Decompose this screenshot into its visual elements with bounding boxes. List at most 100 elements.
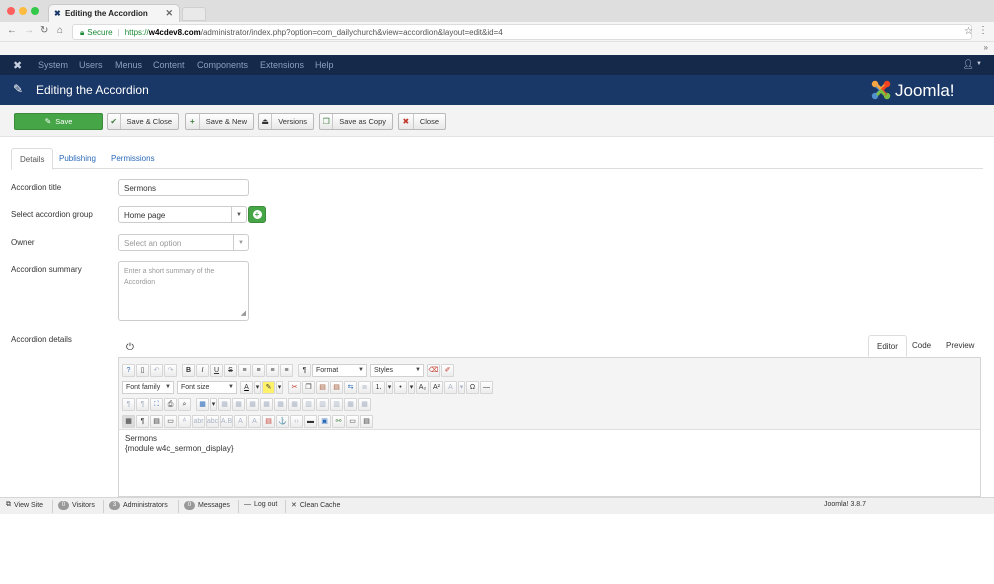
- toggle-editor-power-icon[interactable]: ⏻: [126, 342, 134, 353]
- table-props-icon[interactable]: ▦: [218, 397, 231, 411]
- resize-handle-icon[interactable]: ◢: [241, 308, 246, 319]
- page-break-icon[interactable]: ▭: [164, 414, 177, 428]
- align-left-icon[interactable]: ≡: [266, 363, 279, 377]
- underline-icon[interactable]: U: [210, 363, 223, 377]
- highlight-color-icon[interactable]: ✎: [262, 380, 275, 394]
- save-as-copy-button[interactable]: ❐ Save as Copy: [319, 113, 393, 130]
- close-window-button[interactable]: [7, 7, 15, 15]
- code-sample-icon[interactable]: ‹›: [290, 414, 303, 428]
- rtl-icon[interactable]: ¶: [136, 397, 149, 411]
- subscript-icon[interactable]: A₂: [416, 380, 429, 394]
- maximize-window-button[interactable]: [31, 7, 39, 15]
- bold-icon[interactable]: B: [182, 363, 195, 377]
- strikethrough-icon[interactable]: S: [224, 363, 237, 377]
- nav-item-users[interactable]: Users: [79, 60, 103, 70]
- view-site-link[interactable]: ⧉ View Site: [6, 501, 43, 509]
- messages-status[interactable]: 0 Messages: [184, 501, 230, 510]
- accordion-group-select[interactable]: Home page ▼: [118, 206, 247, 223]
- editor-content[interactable]: Sermons {module w4c_sermon_display}: [125, 434, 234, 454]
- nav-item-system[interactable]: System: [38, 60, 68, 70]
- delete-text-icon[interactable]: A: [248, 414, 261, 428]
- image-icon[interactable]: ▣: [318, 414, 331, 428]
- close-button[interactable]: ✖ Close: [398, 113, 446, 130]
- owner-select[interactable]: Select an option ▼: [118, 234, 249, 251]
- abbreviation-icon[interactable]: A.B: [220, 414, 233, 428]
- insert-col-before-icon[interactable]: ▥: [302, 397, 315, 411]
- bookmark-star-icon[interactable]: ☆: [964, 26, 973, 37]
- merge-cells-icon[interactable]: ▦: [358, 397, 371, 411]
- chevron-double-right-icon[interactable]: »: [984, 43, 988, 52]
- add-group-button[interactable]: +: [248, 206, 266, 223]
- anchor-icon[interactable]: ⚓: [276, 414, 289, 428]
- new-tab-button[interactable]: [182, 7, 206, 21]
- editor-tab-editor[interactable]: Editor: [868, 335, 907, 357]
- text-color-icon[interactable]: A: [240, 380, 253, 394]
- nav-item-menus[interactable]: Menus: [115, 60, 142, 70]
- caret-down-icon[interactable]: ▼: [976, 61, 982, 67]
- browser-tab[interactable]: ✖ Editing the Accordion ✕: [48, 4, 180, 22]
- save-new-button[interactable]: + Save & New: [185, 113, 254, 130]
- split-cells-icon[interactable]: ▦: [344, 397, 357, 411]
- help-icon[interactable]: ?: [122, 363, 135, 377]
- font-family-select[interactable]: Font family ▼: [122, 380, 174, 394]
- nonbreaking-space-icon[interactable]: ▬: [304, 414, 317, 428]
- save-close-button[interactable]: ✔ Save & Close: [107, 113, 179, 130]
- delete-col-icon[interactable]: ▥: [330, 397, 343, 411]
- row-props-icon[interactable]: ▦: [246, 397, 259, 411]
- save-button[interactable]: ✎ Save: [14, 113, 103, 130]
- tab-details[interactable]: Details: [11, 148, 54, 170]
- insert-text-icon[interactable]: A: [234, 414, 247, 428]
- clean-cache-link[interactable]: ✕ Clean Cache: [291, 501, 340, 510]
- nav-item-content[interactable]: Content: [153, 60, 185, 70]
- paste-text-icon[interactable]: ▤: [330, 380, 343, 394]
- caret-down-icon[interactable]: ▾: [210, 397, 217, 411]
- align-justify-icon[interactable]: ≡: [238, 363, 251, 377]
- back-arrow-icon[interactable]: ←: [7, 25, 17, 36]
- eraser-icon[interactable]: ⌫: [427, 363, 440, 377]
- accordion-title-input[interactable]: Sermons: [118, 179, 249, 196]
- accordion-summary-textarea[interactable]: Enter a short summary of the Accordion ◢: [118, 261, 249, 321]
- styles-select[interactable]: Styles ▼: [370, 363, 424, 377]
- administrators-status[interactable]: 3 Administrators: [109, 501, 168, 510]
- nav-item-help[interactable]: Help: [315, 60, 334, 70]
- visual-blocks-icon[interactable]: ▦: [122, 414, 135, 428]
- template-icon[interactable]: ▤: [150, 414, 163, 428]
- nav-item-extensions[interactable]: Extensions: [260, 60, 304, 70]
- insert-col-after-icon[interactable]: ▥: [316, 397, 329, 411]
- search-replace-icon[interactable]: ⇆: [344, 380, 357, 394]
- font-size-select[interactable]: Font size ▼: [177, 380, 237, 394]
- align-right-icon[interactable]: ≡: [280, 363, 293, 377]
- new-document-icon[interactable]: ▯: [136, 363, 149, 377]
- numbered-list-icon[interactable]: ⒈: [372, 380, 385, 394]
- insert-row-before-icon[interactable]: ▦: [260, 397, 273, 411]
- style-props-icon[interactable]: ᴬ: [178, 414, 191, 428]
- visitors-status[interactable]: 0 Visitors: [58, 501, 95, 510]
- cell-props-icon[interactable]: ▦: [232, 397, 245, 411]
- media-icon[interactable]: ▭: [346, 414, 359, 428]
- user-icon[interactable]: 👤︎: [963, 59, 974, 70]
- delete-row-icon[interactable]: ▦: [288, 397, 301, 411]
- forward-arrow-icon[interactable]: →: [24, 25, 34, 36]
- versions-button[interactable]: ⏏ Versions: [258, 113, 314, 130]
- redo-icon[interactable]: ↷: [164, 363, 177, 377]
- paste-icon[interactable]: ▤: [316, 380, 329, 394]
- attributes-icon[interactable]: ▤: [262, 414, 275, 428]
- special-character-icon[interactable]: Ω: [466, 380, 479, 394]
- bullet-list-icon[interactable]: •: [394, 380, 407, 394]
- show-blocks-icon[interactable]: ¶: [136, 414, 149, 428]
- home-icon[interactable]: ⌂: [57, 25, 63, 36]
- undo-icon[interactable]: ↶: [150, 363, 163, 377]
- address-bar[interactable]: 🔒︎ Secure | https://w4cdev8.com/administrat…: [72, 24, 972, 40]
- paint-brush-icon[interactable]: ✐: [441, 363, 454, 377]
- caret-down-icon[interactable]: ▾: [386, 380, 393, 394]
- ltr-icon[interactable]: ¶: [122, 397, 135, 411]
- tab-permissions[interactable]: Permissions: [103, 148, 163, 169]
- caret-down-icon[interactable]: ▾: [408, 380, 415, 394]
- nav-item-components[interactable]: Components: [197, 60, 248, 70]
- logout-link[interactable]: — Log out: [244, 501, 277, 508]
- insert-row-after-icon[interactable]: ▦: [274, 397, 287, 411]
- abbr-icon[interactable]: abr: [192, 414, 205, 428]
- text-direction-icon[interactable]: A: [444, 380, 457, 394]
- print-icon[interactable]: ⎙: [164, 397, 177, 411]
- minimize-window-button[interactable]: [19, 7, 27, 15]
